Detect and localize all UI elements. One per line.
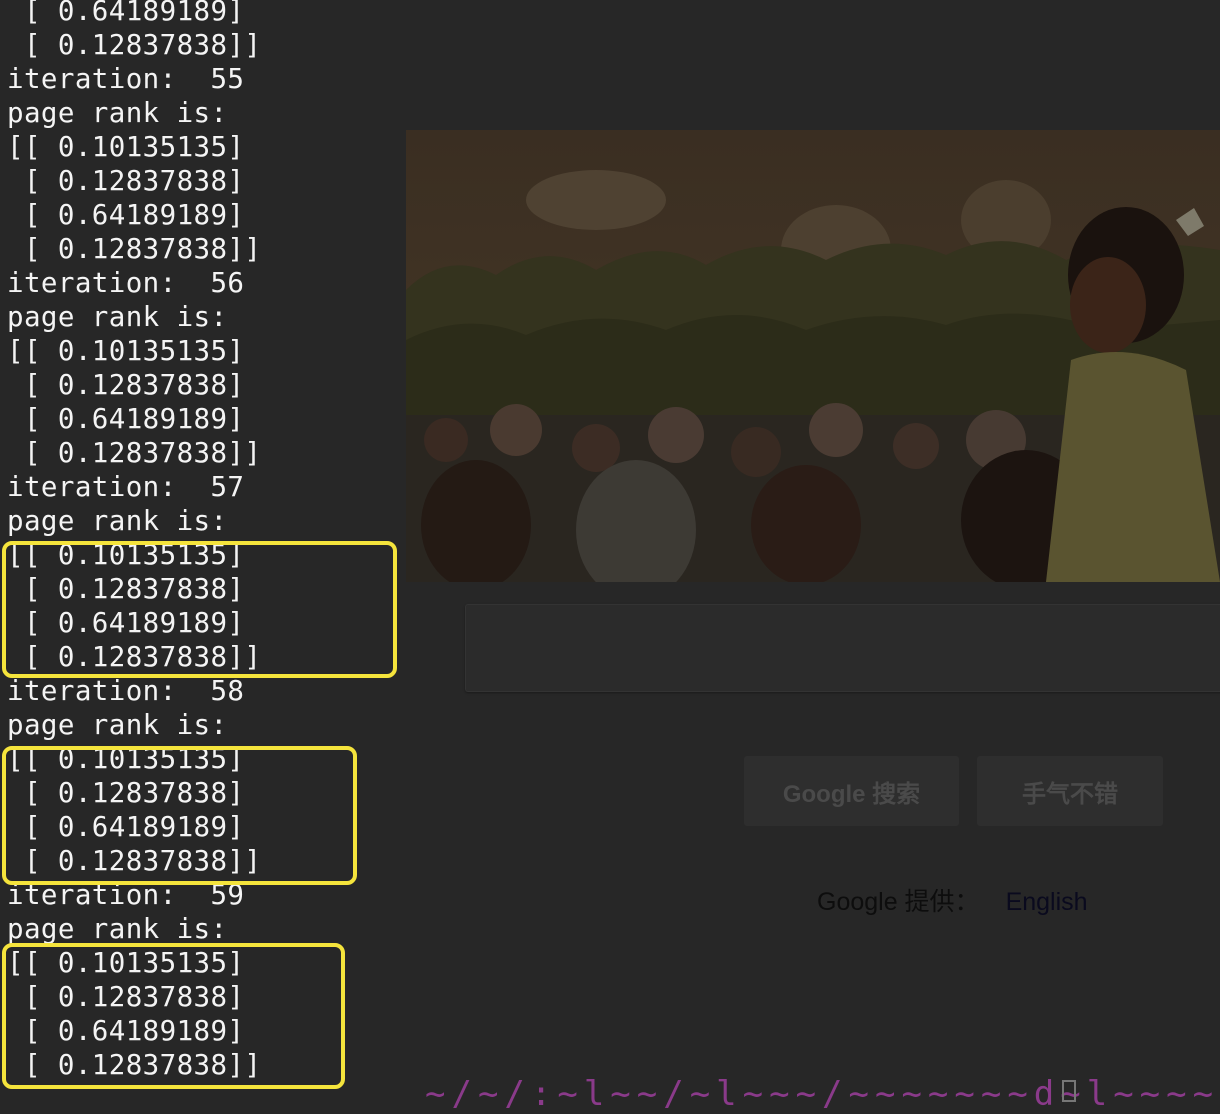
feeling-lucky-button[interactable]: 手气不错 (977, 756, 1163, 826)
terminal-line: [ 0.12837838] (7, 369, 245, 401)
terminal-line: [ 0.64189189] (7, 199, 245, 231)
language-offer-label: Google 提供： (817, 888, 980, 916)
shell-prompt-fragment: ~/~/:~l~~/~l~~~/~~~~~~~d~l~~~~~ (425, 1074, 1220, 1114)
highlight-box-iteration-57 (2, 541, 397, 678)
terminal-line: iteration: 56 (7, 267, 245, 299)
terminal-line: [ 0.64189189] (7, 403, 245, 435)
highlight-box-iteration-59 (2, 943, 345, 1089)
terminal-line: page rank is: (7, 301, 228, 333)
search-input[interactable] (465, 604, 1220, 692)
language-offer-line: Google 提供： English (817, 882, 1088, 918)
terminal-line: [ 0.64189189] (7, 0, 245, 27)
terminal-line: [[ 0.10135135] (7, 131, 245, 163)
terminal-line: [ 0.12837838] (7, 165, 245, 197)
terminal-line: [[ 0.10135135] (7, 335, 245, 367)
highlight-box-iteration-58 (2, 746, 357, 885)
terminal-line: iteration: 57 (7, 471, 245, 503)
terminal-cursor (1062, 1080, 1076, 1102)
terminal-line: [ 0.12837838]] (7, 437, 262, 469)
terminal-line: page rank is: (7, 709, 228, 741)
terminal-line: page rank is: (7, 97, 228, 129)
google-doodle-image[interactable] (406, 130, 1220, 582)
terminal-line: [ 0.12837838]] (7, 233, 262, 265)
google-search-button-label: Google 搜索 (782, 780, 921, 808)
terminal-line: page rank is: (7, 913, 228, 945)
google-search-button[interactable]: Google 搜索 (744, 756, 959, 826)
feeling-lucky-button-label: 手气不错 (1022, 780, 1118, 808)
terminal-line: iteration: 58 (7, 675, 245, 707)
terminal-line: [ 0.12837838]] (7, 29, 262, 61)
english-language-link[interactable]: English (1006, 888, 1088, 916)
terminal-line: iteration: 55 (7, 63, 245, 95)
terminal-line: page rank is: (7, 505, 228, 537)
